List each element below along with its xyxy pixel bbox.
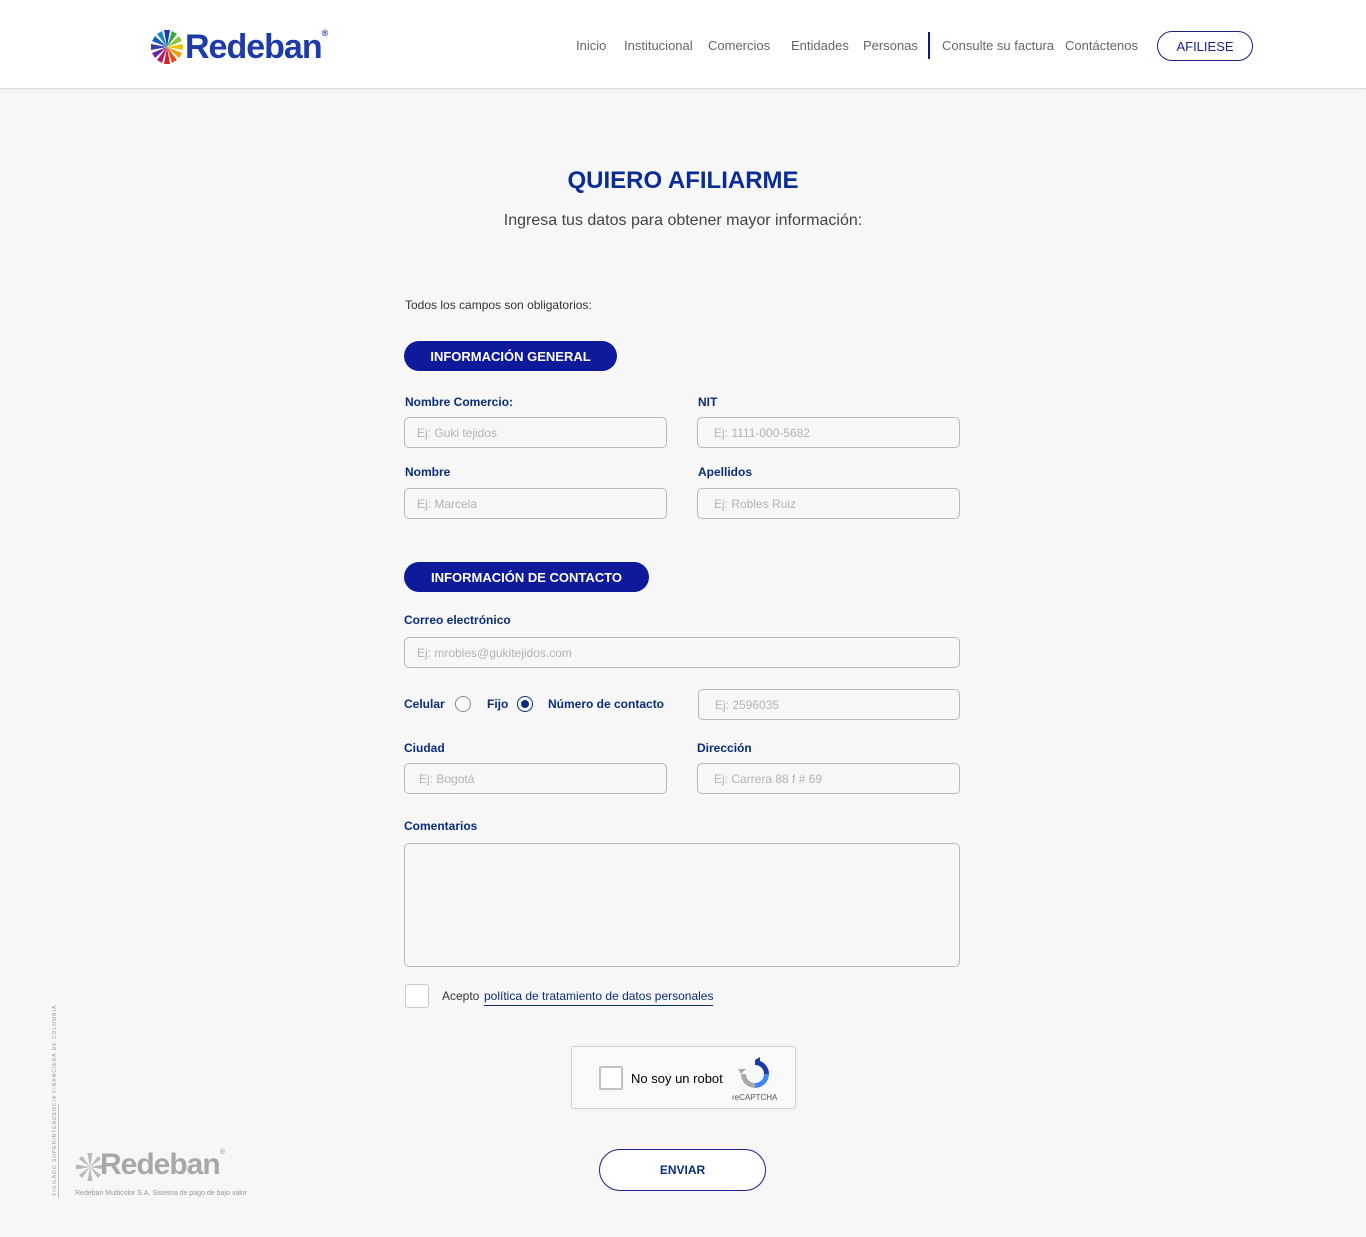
nav-contactenos[interactable]: Contáctenos <box>1065 38 1138 54</box>
direccion-label: Dirección <box>697 741 752 755</box>
recaptcha-checkbox[interactable] <box>599 1066 623 1090</box>
celular-label: Celular <box>404 697 445 711</box>
page-title: QUIERO AFILIARME <box>567 167 799 194</box>
nav-entidades[interactable]: Entidades <box>791 38 849 54</box>
apellidos-input[interactable] <box>697 488 960 519</box>
vigilado-line <box>58 1104 59 1198</box>
recaptcha-label: No soy un robot <box>631 1071 723 1086</box>
celular-radio[interactable] <box>455 696 471 712</box>
required-fields-note: Todos los campos son obligatorios: <box>405 298 592 312</box>
afiliese-button[interactable]: AFILIESE <box>1157 31 1253 61</box>
nombre-label: Nombre <box>405 465 451 479</box>
correo-label: Correo electrónico <box>404 613 511 627</box>
nav-personas[interactable]: Personas <box>863 38 918 54</box>
nav-comercios[interactable]: Comercios <box>708 38 770 54</box>
nav-consulte-factura[interactable]: Consulte su factura <box>942 38 1054 54</box>
recaptcha-widget: No soy un robot reCAPTCHA <box>571 1046 796 1109</box>
consent-prefix: Acepto <box>442 989 480 1003</box>
section-general-heading: INFORMACIÓN GENERAL <box>404 341 617 371</box>
comentarios-textarea[interactable] <box>404 843 960 967</box>
ciudad-input[interactable] <box>404 763 667 794</box>
nav-divider <box>928 32 930 59</box>
enviar-button[interactable]: ENVIAR <box>599 1149 766 1191</box>
comentarios-label: Comentarios <box>404 819 478 833</box>
recaptcha-brand: reCAPTCHA <box>732 1093 778 1102</box>
nav-institucional[interactable]: Institucional <box>624 38 693 54</box>
footer-tagline: Redeban Multicolor S.A. Sistema de pago … <box>75 1190 247 1197</box>
direccion-input[interactable] <box>697 763 960 794</box>
fijo-label: Fijo <box>487 697 509 711</box>
numero-contacto-input[interactable] <box>698 689 960 720</box>
vigilado-badge: VIGILADO SUPERINTENDENCIA FINANCIERA DE … <box>50 1004 60 1198</box>
correo-input[interactable] <box>404 637 960 668</box>
nombre-comercio-label: Nombre Comercio: <box>405 395 514 409</box>
nombre-comercio-input[interactable] <box>404 417 667 448</box>
footer-logo-text: Redeban® <box>100 1148 225 1181</box>
nit-label: NIT <box>698 395 718 409</box>
fijo-radio[interactable] <box>517 696 533 712</box>
footer-logo: VIGILADO SUPERINTENDENCIA FINANCIERA DE … <box>50 1004 270 1204</box>
section-contact-heading: INFORMACIÓN DE CONTACTO <box>404 562 649 592</box>
nit-input[interactable] <box>697 417 960 448</box>
nombre-input[interactable] <box>404 488 667 519</box>
site-header: Redeban® Inicio Institucional Comercios … <box>0 0 1366 89</box>
nav-inicio[interactable]: Inicio <box>576 38 606 54</box>
recaptcha-icon <box>738 1057 769 1088</box>
privacy-policy-link[interactable]: política de tratamiento de datos persona… <box>484 989 714 1006</box>
privacy-policy-checkbox[interactable] <box>405 984 429 1008</box>
ciudad-label: Ciudad <box>404 741 445 755</box>
vigilado-text: VIGILADO SUPERINTENDENCIA FINANCIERA DE … <box>52 1004 58 1196</box>
apellidos-label: Apellidos <box>698 465 753 479</box>
page-subtitle: Ingresa tus datos para obtener mayor inf… <box>503 212 863 229</box>
numero-contacto-label: Número de contacto <box>548 697 665 711</box>
